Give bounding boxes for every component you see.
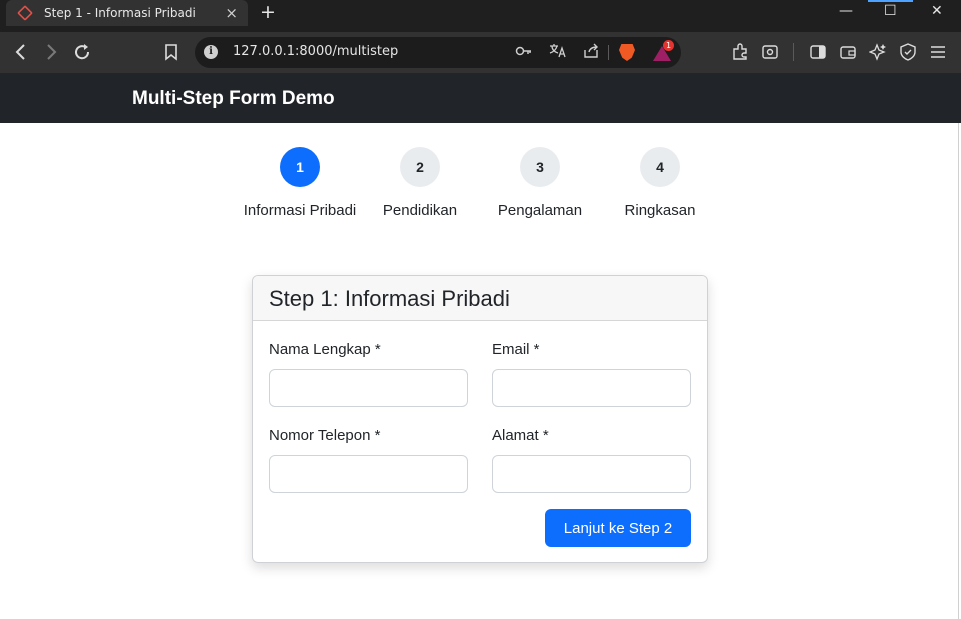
email-group: Email * bbox=[492, 341, 691, 407]
phone-group: Nomor Telepon * bbox=[269, 427, 468, 493]
step-4: 4 Ringkasan bbox=[600, 147, 720, 222]
step-1: 1 Informasi Pribadi bbox=[240, 147, 360, 222]
form-title: Step 1: Informasi Pribadi bbox=[269, 286, 510, 311]
step-2-label: Pendidikan bbox=[382, 202, 458, 219]
step-1-label: Informasi Pribadi bbox=[243, 202, 357, 219]
translate-icon[interactable] bbox=[549, 43, 566, 61]
step-3: 3 Pengalaman bbox=[480, 147, 600, 222]
browser-tab[interactable]: Step 1 - Informasi Pribadi × bbox=[6, 0, 248, 26]
url-text[interactable]: 127.0.0.1:8000/multistep bbox=[233, 44, 398, 59]
browser-tabstrip: Step 1 - Informasi Pribadi × + — ☐ ✕ bbox=[0, 0, 961, 32]
next-step-button[interactable]: Lanjut ke Step 2 bbox=[545, 509, 691, 547]
maximize-button[interactable]: ☐ bbox=[884, 3, 897, 19]
window-accent-line bbox=[868, 0, 913, 2]
card-header: Step 1: Informasi Pribadi bbox=[253, 276, 707, 321]
site-info-icon[interactable]: i bbox=[204, 45, 218, 59]
vpn-icon[interactable] bbox=[899, 43, 917, 65]
leo-ai-icon[interactable] bbox=[868, 43, 887, 65]
laravel-favicon-icon bbox=[17, 5, 33, 21]
step-2-circle: 2 bbox=[400, 147, 440, 187]
url-divider bbox=[608, 45, 609, 60]
step-4-circle: 4 bbox=[640, 147, 680, 187]
share-icon[interactable] bbox=[583, 43, 600, 61]
full-name-group: Nama Lengkap * bbox=[269, 341, 468, 407]
step-3-label: Pengalaman bbox=[497, 202, 583, 219]
address-bar[interactable]: i 127.0.0.1:8000/multistep 1 bbox=[195, 37, 681, 68]
phone-input[interactable] bbox=[269, 455, 468, 493]
email-input[interactable] bbox=[492, 369, 691, 407]
phone-label: Nomor Telepon * bbox=[269, 427, 381, 444]
address-input[interactable] bbox=[492, 455, 691, 493]
step-1-circle: 1 bbox=[280, 147, 320, 187]
extensions-icon[interactable] bbox=[731, 43, 749, 65]
full-name-label: Nama Lengkap * bbox=[269, 341, 381, 358]
step-4-label: Ringkasan bbox=[624, 202, 696, 219]
close-window-button[interactable]: ✕ bbox=[931, 3, 943, 19]
minimize-button[interactable]: — bbox=[839, 3, 853, 19]
address-group: Alamat * bbox=[492, 427, 691, 493]
step-3-circle: 3 bbox=[520, 147, 560, 187]
tab-close-icon[interactable]: × bbox=[225, 4, 238, 22]
browser-toolbar: i 127.0.0.1:8000/multistep 1 bbox=[0, 32, 961, 73]
navbar: Multi-Step Form Demo bbox=[0, 73, 961, 123]
form-card: Step 1: Informasi Pribadi Nama Lengkap *… bbox=[252, 275, 708, 563]
rewards-badge: 1 bbox=[663, 40, 674, 51]
navbar-brand[interactable]: Multi-Step Form Demo bbox=[132, 88, 335, 110]
key-icon[interactable] bbox=[515, 43, 532, 61]
forward-icon[interactable] bbox=[43, 43, 59, 65]
wallet-icon[interactable] bbox=[839, 43, 857, 65]
toolbar-divider bbox=[793, 43, 794, 61]
new-tab-button[interactable]: + bbox=[260, 3, 276, 22]
back-icon[interactable] bbox=[13, 43, 29, 65]
full-name-input[interactable] bbox=[269, 369, 468, 407]
email-label: Email * bbox=[492, 341, 540, 358]
reload-icon[interactable] bbox=[73, 43, 91, 65]
step-2: 2 Pendidikan bbox=[360, 147, 480, 222]
tab-title: Step 1 - Informasi Pribadi bbox=[44, 6, 196, 20]
sidebar-icon[interactable] bbox=[809, 43, 827, 65]
address-label: Alamat * bbox=[492, 427, 549, 444]
brave-shields-icon[interactable] bbox=[619, 44, 635, 61]
bookmark-icon[interactable] bbox=[163, 43, 179, 65]
menu-icon[interactable] bbox=[929, 43, 947, 65]
screenshot-icon[interactable] bbox=[761, 43, 779, 65]
